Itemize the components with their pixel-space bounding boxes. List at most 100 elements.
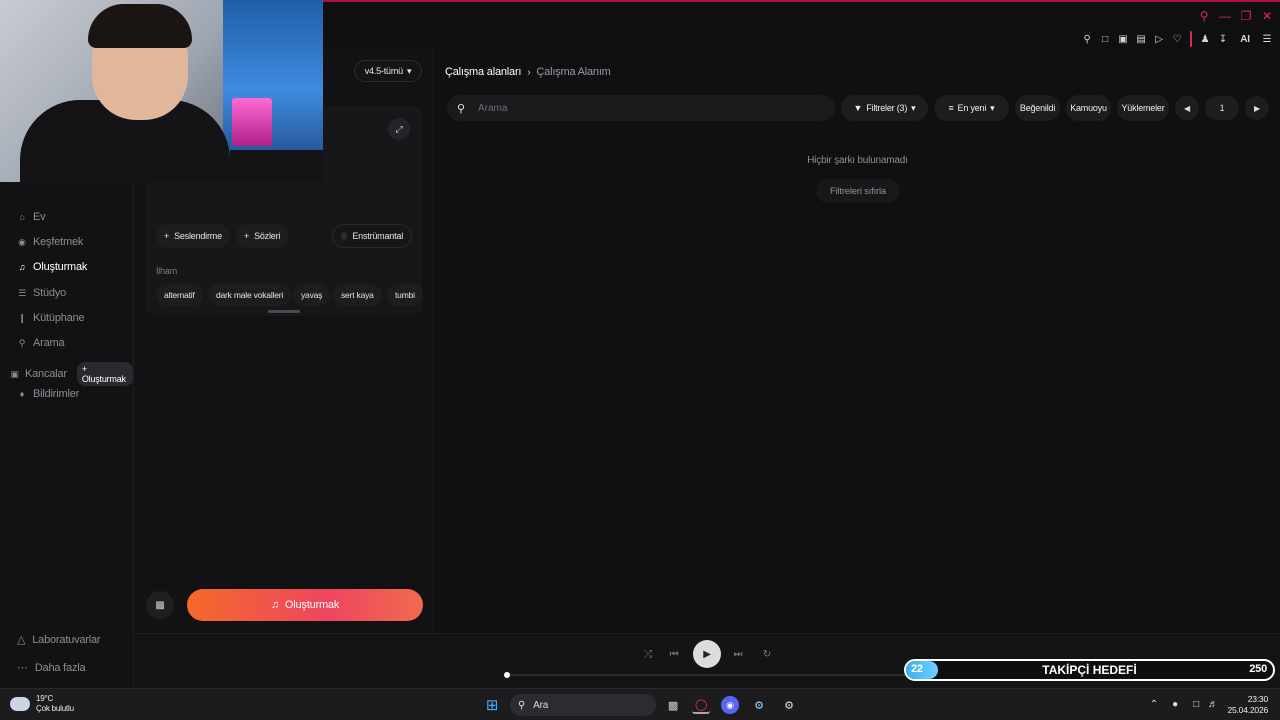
sidebar-item-search[interactable]: ⚲ Arama bbox=[17, 337, 65, 349]
sidebar-item-more[interactable]: ⋯ Daha fazla bbox=[17, 661, 86, 675]
repeat-icon[interactable]: ↻ bbox=[760, 647, 774, 661]
page-number[interactable]: 1 bbox=[1205, 96, 1239, 120]
task-view-icon[interactable]: ▩ bbox=[664, 696, 682, 714]
scroll-indicator[interactable] bbox=[268, 310, 300, 313]
prev-page-icon[interactable]: ◀ bbox=[1175, 96, 1199, 120]
breadcrumb-root[interactable]: Çalışma alanları bbox=[445, 66, 521, 78]
version-dropdown[interactable]: v4.5-tümü ▾ bbox=[354, 60, 422, 82]
trash-icon[interactable]: ▩ bbox=[146, 591, 174, 619]
opera-gx-icon[interactable]: ◯ bbox=[692, 696, 710, 714]
windows-start-icon[interactable]: ⊞ bbox=[483, 696, 501, 714]
inspiration-chip[interactable]: sert kaya bbox=[333, 284, 382, 306]
public-button[interactable]: Kamuoyu bbox=[1066, 95, 1111, 121]
uploads-label: Yüklemeler bbox=[1121, 103, 1165, 113]
sidebar-item-create[interactable]: ♫ Oluşturmak bbox=[17, 261, 88, 273]
taskbar-search-label: Ara bbox=[533, 699, 549, 711]
liked-button[interactable]: Beğenildi bbox=[1015, 95, 1060, 121]
next-icon[interactable]: ⏭ bbox=[731, 647, 745, 661]
play-button[interactable]: ▶ bbox=[693, 640, 721, 668]
reset-filters-button[interactable]: Filtreleri sıfırla bbox=[816, 179, 900, 203]
sidebar-item-label: Daha fazla bbox=[34, 661, 86, 674]
more-icon: ⋯ bbox=[17, 662, 28, 674]
search-icon[interactable]: ⚲ bbox=[1197, 9, 1211, 23]
app-icon[interactable]: ⚙ bbox=[780, 696, 798, 714]
sidebar-item-library[interactable]: ❙ Kütüphane bbox=[17, 312, 84, 324]
sidebar-item-notifications[interactable]: ♦ Bildirimler bbox=[17, 388, 79, 400]
flask-icon: △ bbox=[17, 634, 26, 646]
screenshot-icon[interactable]: □ bbox=[1098, 32, 1112, 46]
play-icon[interactable]: ▷ bbox=[1152, 32, 1166, 46]
window-controls: ⚲ — ❐ ✕ bbox=[1197, 9, 1274, 23]
voice-label: Seslendirme bbox=[174, 231, 222, 241]
sidebar-item-explore[interactable]: ◉ Keşfetmek bbox=[17, 236, 83, 248]
sidebar-item-labs[interactable]: △ Laboratuvarlar bbox=[17, 633, 101, 647]
taskbar: 19°C Çok bulutlu ⊞ ⚲ Ara ▩ ◯ ◉ ⚙ ⚙ ⌃ ● □… bbox=[0, 688, 1280, 720]
display-icon[interactable]: □ bbox=[1189, 697, 1203, 711]
home-icon: ⌂ bbox=[19, 212, 25, 222]
sort-button[interactable]: ≡ En yeni ▾ bbox=[934, 95, 1009, 121]
expand-icon[interactable]: ⤢ bbox=[388, 118, 410, 140]
breadcrumb: Çalışma alanları › Çalışma Alanım bbox=[445, 66, 611, 78]
inspiration-chip[interactable]: yavaş bbox=[293, 284, 331, 306]
taskbar-search[interactable]: ⚲ Ara bbox=[510, 694, 656, 716]
translate-icon[interactable]: ▤ bbox=[1134, 32, 1148, 46]
close-icon[interactable]: ✕ bbox=[1260, 9, 1274, 23]
microphone-icon[interactable]: ● bbox=[1168, 697, 1182, 711]
pin-icon[interactable]: ⚲ bbox=[1080, 32, 1094, 46]
shield-icon[interactable]: ▣ bbox=[1116, 32, 1130, 46]
filters-button[interactable]: ▼ Filtreler (3) ▾ bbox=[841, 95, 928, 121]
sidebar-item-label: Arama bbox=[33, 337, 65, 349]
music-note-icon: ♫ bbox=[18, 262, 26, 272]
steam-icon[interactable]: ⚙ bbox=[750, 696, 768, 714]
account-icon[interactable]: ♟ bbox=[1198, 32, 1212, 46]
chevron-down-icon: ▾ bbox=[911, 102, 916, 113]
next-page-icon[interactable]: ▶ bbox=[1245, 96, 1269, 120]
menu-icon[interactable]: ☰ bbox=[1260, 32, 1274, 46]
version-label: v4.5-tümü bbox=[364, 66, 403, 76]
cloud-icon bbox=[10, 697, 30, 711]
inspiration-chip[interactable]: alternatif bbox=[156, 284, 203, 306]
chevron-right-icon: › bbox=[527, 66, 531, 78]
filters-label: Filtreler (3) bbox=[866, 103, 908, 113]
progress-knob[interactable] bbox=[504, 672, 510, 678]
chevron-up-icon[interactable]: ⌃ bbox=[1147, 697, 1161, 711]
weather-widget[interactable]: 19°C Çok bulutlu bbox=[10, 694, 74, 714]
discord-icon[interactable]: ◉ bbox=[721, 696, 739, 714]
heart-icon[interactable]: ♡ bbox=[1170, 32, 1184, 46]
sidebar-item-hooks[interactable]: ▣ Kancalar + Oluşturmak bbox=[10, 362, 133, 386]
maximize-icon[interactable]: ❐ bbox=[1239, 9, 1253, 23]
weather-label: Çok bulutlu bbox=[36, 704, 74, 713]
search-icon: ⚲ bbox=[518, 699, 526, 711]
shuffle-icon[interactable]: ⤮ bbox=[641, 647, 655, 661]
sidebar-item-home[interactable]: ⌂ Ev bbox=[17, 211, 45, 223]
create-button[interactable]: ♫ Oluşturmak bbox=[187, 589, 423, 621]
sidebar-item-label: Laboratuvarlar bbox=[32, 633, 101, 646]
download-icon[interactable]: ↧ bbox=[1216, 32, 1230, 46]
browser-toolbar: ⚲ □ ▣ ▤ ▷ ♡ ♟ ↧ AI ☰ bbox=[1080, 31, 1274, 47]
uploads-button[interactable]: Yüklemeler bbox=[1117, 95, 1169, 121]
sidebar-item-label: Bildirimler bbox=[33, 388, 80, 400]
studio-icon: ☰ bbox=[18, 287, 26, 298]
hook-icon: ▣ bbox=[10, 368, 19, 379]
bell-icon: ♦ bbox=[19, 389, 25, 399]
sidebar-item-studio[interactable]: ☰ Stüdyo bbox=[17, 287, 66, 299]
toggle-icon bbox=[341, 231, 348, 241]
inspiration-chip[interactable]: dark male vokalleri bbox=[208, 284, 292, 306]
lyrics-button[interactable]: + Sözleri bbox=[236, 224, 289, 248]
goal-title: TAKİPÇİ HEDEFİ bbox=[1042, 663, 1137, 677]
voice-button[interactable]: + Seslendirme bbox=[156, 224, 230, 248]
volume-icon[interactable]: ♬ bbox=[1206, 697, 1220, 711]
ai-button[interactable]: AI bbox=[1234, 32, 1256, 46]
workspace-search[interactable]: ⚲ bbox=[447, 95, 835, 121]
previous-icon[interactable]: ⏮ bbox=[667, 647, 681, 661]
minimize-icon[interactable]: — bbox=[1218, 9, 1232, 23]
sidebar-item-label: Oluşturmak bbox=[33, 261, 88, 273]
chevron-down-icon: ▾ bbox=[406, 65, 412, 76]
progress-track[interactable] bbox=[506, 674, 908, 676]
system-clock[interactable]: 23:30 25.04.2026 bbox=[1227, 694, 1268, 716]
search-input[interactable] bbox=[478, 102, 798, 114]
instrumental-toggle[interactable]: Enstrümantal bbox=[332, 224, 412, 248]
inspiration-chip[interactable]: tumbi bbox=[387, 284, 423, 306]
public-label: Kamuoyu bbox=[1070, 103, 1107, 113]
hooks-create-badge[interactable]: + Oluşturmak bbox=[76, 362, 133, 386]
